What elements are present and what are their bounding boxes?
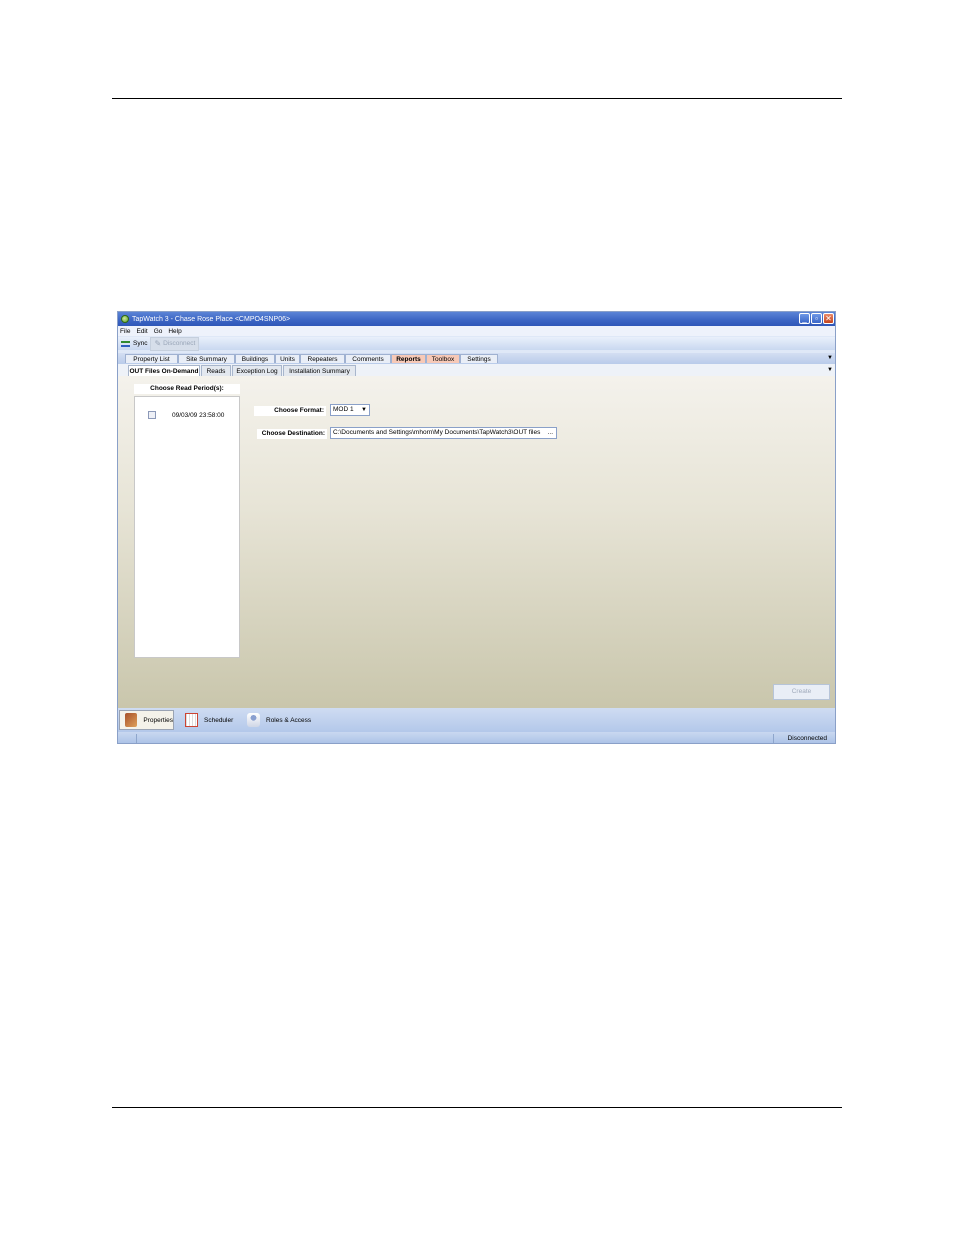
window-title: TapWatch 3 - Chase Rose Place <CMPO4SNP0…	[132, 315, 291, 323]
subtab-overflow-chevron-down-icon[interactable]: ▼	[827, 367, 833, 373]
app-window: TapWatch 3 - Chase Rose Place <CMPO4SNP0…	[117, 311, 836, 744]
disconnect-button[interactable]: ✎ Disconnect	[150, 336, 200, 351]
tab-property-list[interactable]: Property List	[125, 354, 178, 363]
tab-site-summary[interactable]: Site Summary	[178, 354, 235, 363]
nav-roles-label: Roles & Access	[266, 716, 312, 724]
periods-list[interactable]: 09/03/09 23:58:00	[134, 396, 240, 658]
page-bottom-rule	[112, 1107, 842, 1108]
bottom-nav: Properties Scheduler Roles & Access	[118, 708, 835, 732]
browse-button[interactable]: ...	[548, 428, 553, 438]
user-roles-icon	[247, 713, 260, 727]
format-select[interactable]: MOD 1 ▼	[330, 404, 370, 416]
menu-file[interactable]: File	[120, 328, 130, 335]
status-divider	[136, 734, 137, 743]
period-label: 09/03/09 23:58:00	[172, 411, 225, 419]
restore-button[interactable]: ▫	[811, 313, 822, 324]
tab-settings[interactable]: Settings	[460, 354, 498, 363]
list-item[interactable]: 09/03/09 23:58:00	[148, 411, 224, 419]
calendar-icon	[185, 713, 198, 727]
format-label: Choose Format:	[254, 406, 326, 416]
chevron-down-icon: ▼	[361, 407, 367, 413]
toolbar: Sync ✎ Disconnect	[118, 336, 835, 351]
menu-bar: File Edit Go Help	[118, 326, 835, 336]
app-logo-icon	[121, 315, 129, 323]
destination-field[interactable]: C:\Documents and Settings\mhorn\My Docum…	[330, 427, 557, 439]
menu-help[interactable]: Help	[168, 328, 181, 335]
nav-scheduler-label: Scheduler	[204, 716, 234, 724]
destination-value: C:\Documents and Settings\mhorn\My Docum…	[333, 429, 541, 436]
sync-button[interactable]: Sync	[118, 338, 150, 350]
close-button[interactable]: ✕	[823, 313, 834, 324]
status-bar: Disconnected	[118, 732, 835, 743]
create-button[interactable]: Create	[773, 684, 830, 700]
page-top-rule	[112, 98, 842, 99]
tab-buildings[interactable]: Buildings	[235, 354, 275, 363]
window-controls: _ ▫ ✕	[799, 313, 834, 324]
tab-exception-log[interactable]: Exception Log	[232, 365, 282, 376]
sync-icon	[121, 340, 130, 347]
nav-properties[interactable]: Properties	[119, 710, 174, 730]
status-divider	[773, 734, 774, 743]
properties-icon	[125, 713, 138, 727]
tab-overflow-chevron-down-icon[interactable]: ▼	[827, 355, 833, 361]
menu-go[interactable]: Go	[154, 328, 163, 335]
nav-scheduler[interactable]: Scheduler	[180, 710, 240, 730]
tab-units[interactable]: Units	[275, 354, 300, 363]
nav-roles-access[interactable]: Roles & Access	[242, 710, 317, 730]
title-bar[interactable]: TapWatch 3 - Chase Rose Place <CMPO4SNP0…	[118, 312, 835, 326]
period-checkbox[interactable]	[148, 411, 156, 419]
menu-edit[interactable]: Edit	[136, 328, 147, 335]
tab-repeaters[interactable]: Repeaters	[300, 354, 345, 363]
destination-label: Choose Destination:	[257, 429, 327, 439]
disconnect-label: Disconnect	[163, 340, 196, 347]
tab-reads[interactable]: Reads	[201, 365, 231, 376]
connection-status: Disconnected	[787, 735, 827, 742]
primary-tab-bar: Property List Site Summary Buildings Uni…	[118, 353, 835, 364]
format-value: MOD 1	[333, 406, 354, 413]
sync-label: Sync	[133, 340, 148, 347]
report-panel: Choose Read Period(s): 09/03/09 23:58:00…	[118, 376, 835, 708]
tab-comments[interactable]: Comments	[345, 354, 391, 363]
tab-reports[interactable]: Reports	[391, 354, 426, 363]
periods-title: Choose Read Period(s):	[134, 384, 240, 394]
minimize-button[interactable]: _	[799, 313, 810, 324]
tab-installation-summary[interactable]: Installation Summary	[283, 365, 356, 376]
tab-toolbox[interactable]: Toolbox	[426, 354, 460, 363]
nav-properties-label: Properties	[143, 716, 173, 724]
plug-icon: ✎	[154, 339, 162, 348]
